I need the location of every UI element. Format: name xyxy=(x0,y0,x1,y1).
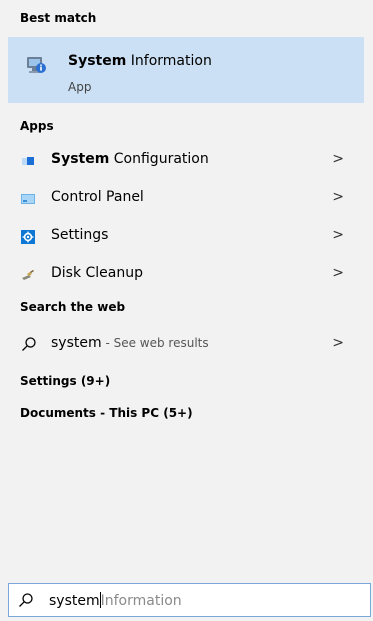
best-match-subtitle: App xyxy=(68,80,92,94)
system-configuration-icon xyxy=(21,153,35,167)
control-panel-icon xyxy=(21,191,35,205)
search-autocomplete-suggestion: Information xyxy=(100,593,182,609)
system-information-icon xyxy=(25,54,47,76)
web-search-item[interactable]: system - See web results > xyxy=(8,325,364,363)
app-item-label: Settings xyxy=(51,227,109,243)
chevron-right-icon[interactable]: > xyxy=(332,265,344,281)
search-icon xyxy=(18,592,34,608)
search-query-text: systemInformation xyxy=(49,592,182,609)
chevron-right-icon[interactable]: > xyxy=(332,151,344,167)
chevron-right-icon[interactable]: > xyxy=(332,189,344,205)
app-item-disk-cleanup[interactable]: Disk Cleanup > xyxy=(8,255,364,293)
app-item-system-configuration[interactable]: System Configuration > xyxy=(8,141,364,179)
app-item-label: System Configuration xyxy=(51,151,209,167)
best-match-item[interactable]: System Information App xyxy=(8,37,364,103)
chevron-right-icon[interactable]: > xyxy=(332,335,344,351)
disk-cleanup-icon xyxy=(21,267,35,281)
best-match-header: Best match xyxy=(20,11,97,25)
app-item-label: Control Panel xyxy=(51,189,144,205)
app-item-control-panel[interactable]: Control Panel > xyxy=(8,179,364,217)
search-icon xyxy=(21,336,36,351)
apps-header: Apps xyxy=(20,119,54,133)
documents-more-results[interactable]: Documents - This PC (5+) xyxy=(20,406,193,420)
settings-gear-icon xyxy=(21,229,35,244)
search-web-header: Search the web xyxy=(20,300,126,314)
search-input[interactable]: systemInformation xyxy=(8,583,371,617)
settings-more-results[interactable]: Settings (9+) xyxy=(20,374,110,388)
search-results-panel: Best match System Information App Apps S… xyxy=(8,0,373,578)
app-item-label: Disk Cleanup xyxy=(51,265,144,281)
app-item-settings[interactable]: Settings > xyxy=(8,217,364,255)
chevron-right-icon[interactable]: > xyxy=(332,227,344,243)
best-match-title: System Information xyxy=(68,53,212,69)
web-search-label: system - See web results xyxy=(51,335,209,351)
